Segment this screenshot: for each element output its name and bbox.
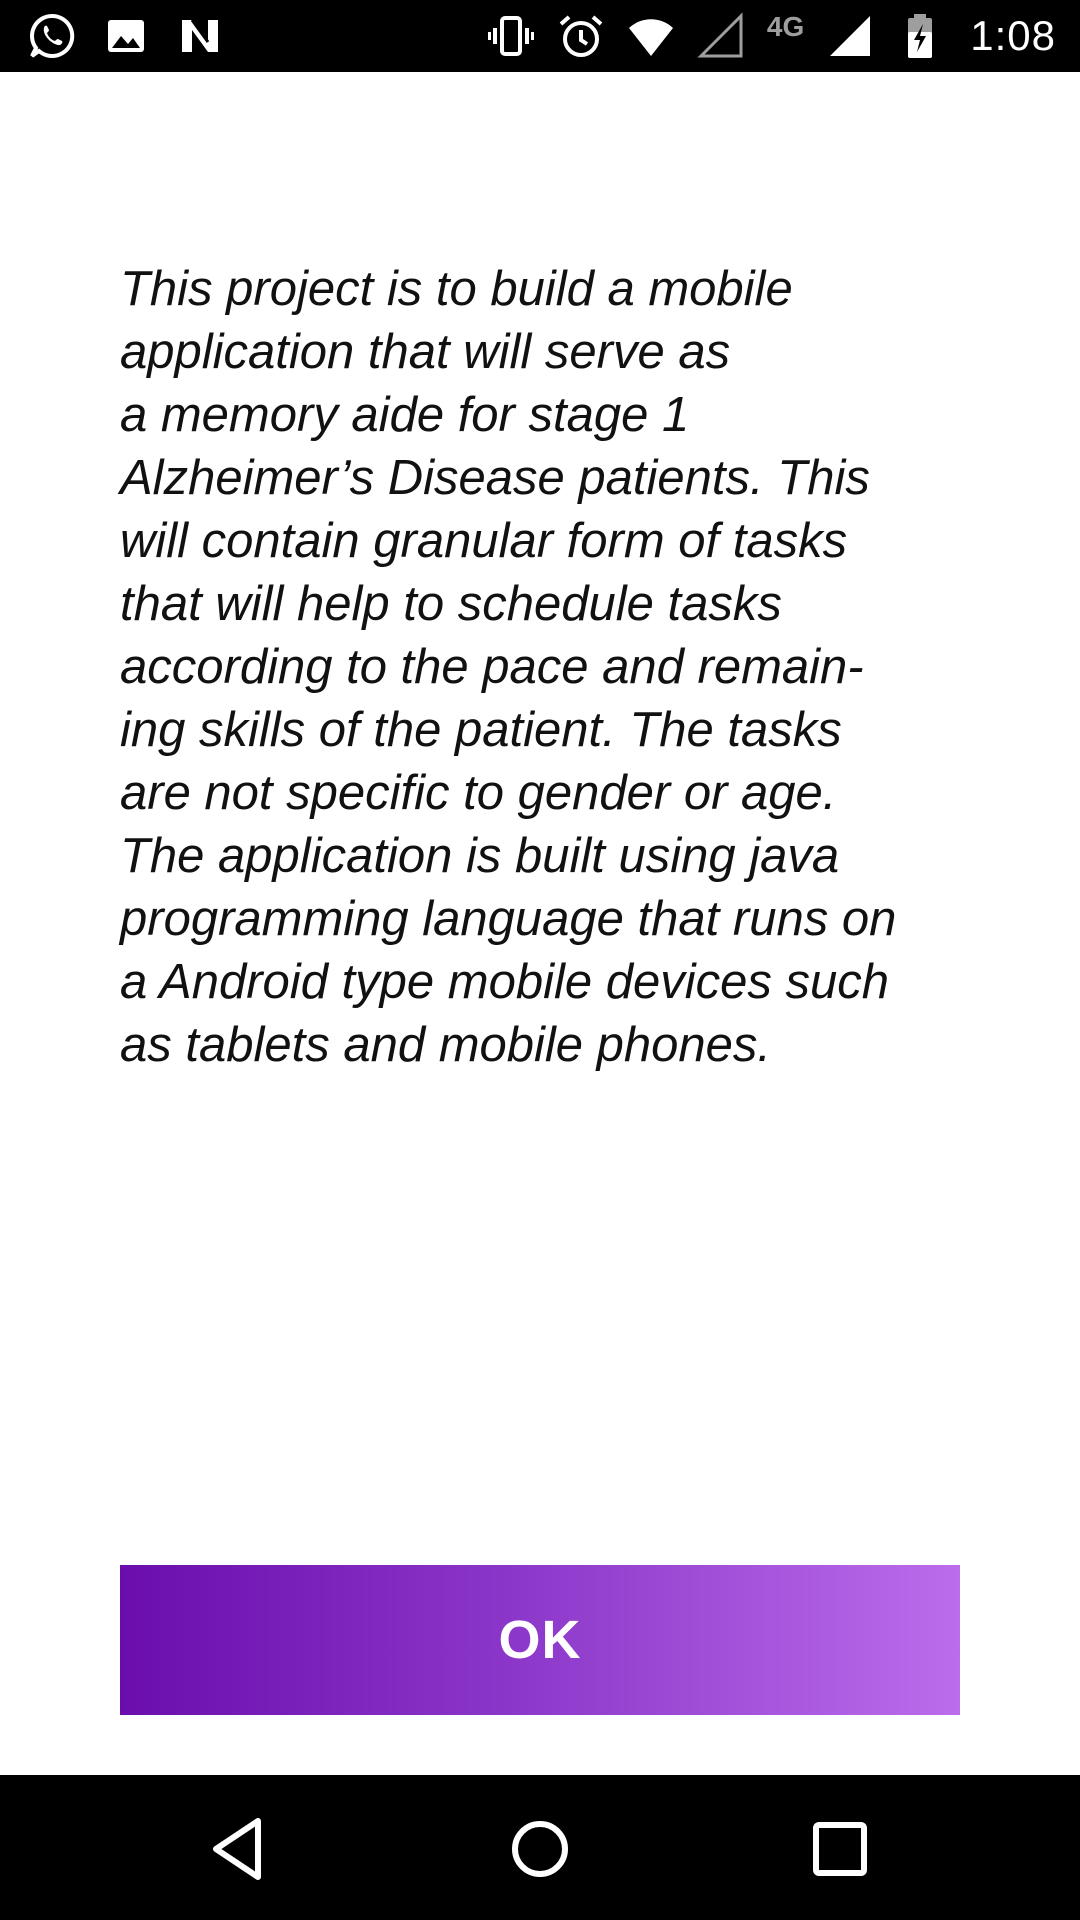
battery-charging-icon	[896, 12, 944, 60]
system-status-icons: 4G 1:08	[487, 8, 1056, 64]
nfc-n-icon	[176, 12, 224, 60]
notification-icons	[28, 12, 224, 60]
ok-button[interactable]: OK	[120, 1565, 960, 1715]
home-button[interactable]	[502, 1811, 578, 1887]
navigation-bar	[0, 1775, 1080, 1920]
signal-icon	[826, 12, 874, 60]
project-info-dialog: This project is to build a mobile applic…	[0, 72, 1080, 1775]
recents-button[interactable]	[802, 1811, 878, 1887]
vibrate-icon	[487, 12, 535, 60]
status-bar: 4G 1:08	[0, 0, 1080, 72]
gallery-icon	[102, 12, 150, 60]
project-description: This project is to build a mobile applic…	[120, 262, 897, 1072]
recents-icon	[813, 1822, 867, 1876]
back-button[interactable]	[202, 1811, 278, 1887]
home-icon	[512, 1821, 568, 1877]
back-icon	[213, 1818, 261, 1880]
wifi-icon	[627, 12, 675, 60]
network-type-label: 4G	[766, 11, 805, 42]
whatsapp-icon	[28, 12, 76, 60]
alarm-icon	[557, 12, 605, 60]
signal-empty-icon	[697, 12, 745, 60]
clock: 1:08	[970, 12, 1056, 59]
